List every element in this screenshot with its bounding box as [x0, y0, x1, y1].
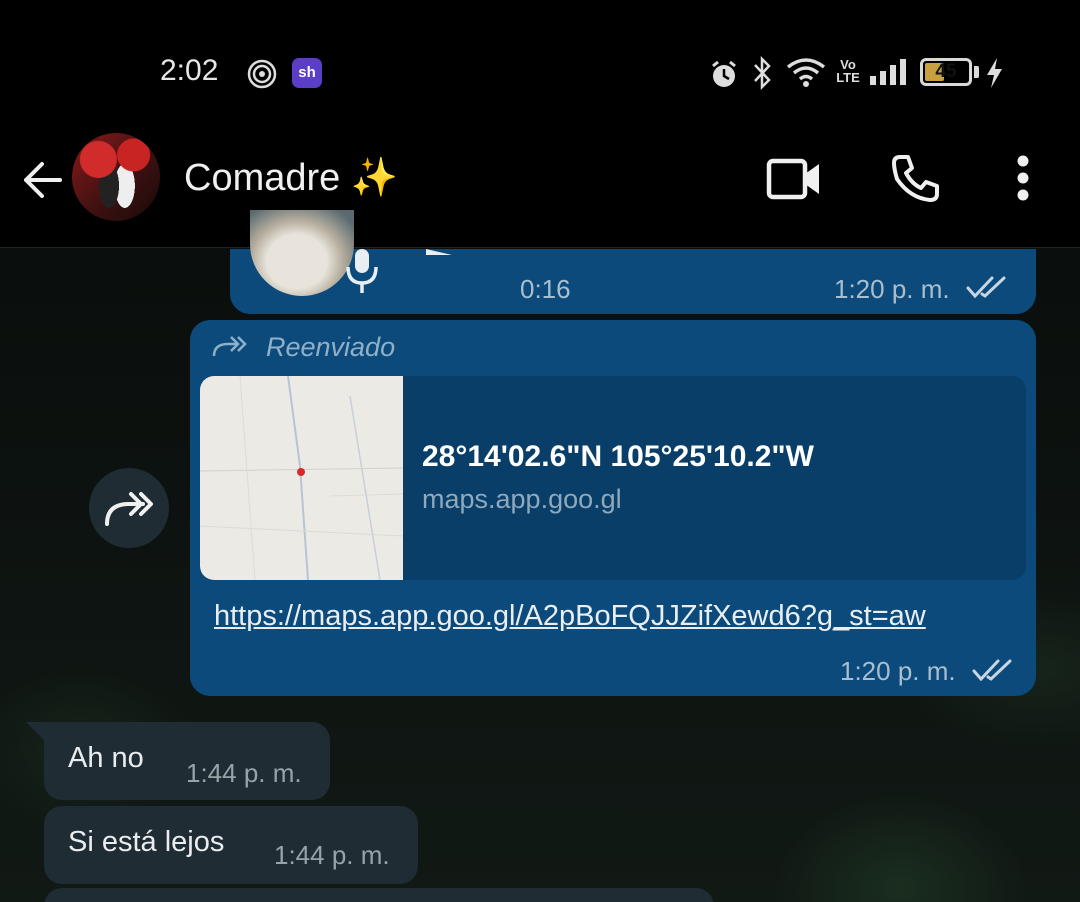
voice-note-bubble[interactable]: 0:16 1:20 p. m. — [230, 210, 1036, 314]
forwarded-icon — [212, 336, 247, 357]
contact-avatar[interactable] — [72, 133, 160, 221]
voice-duration: 0:16 — [520, 274, 571, 304]
read-ticks-icon — [966, 276, 1006, 299]
play-icon[interactable] — [426, 249, 452, 255]
forward-icon — [105, 492, 153, 526]
volte-label-bottom: LTE — [836, 70, 860, 85]
microphone-icon — [346, 249, 378, 293]
wifi-icon — [786, 58, 826, 87]
link-domain: maps.app.goo.gl — [422, 484, 622, 514]
chat-header: Comadre ✨ — [0, 130, 1080, 248]
back-arrow-icon[interactable] — [20, 158, 64, 202]
message-text: Si está lejos — [68, 826, 225, 858]
app-badge-icon: sh — [292, 58, 322, 88]
battery-level: 45 — [935, 61, 957, 82]
incoming-message-bubble[interactable]: Si está lejos 1:44 p. m. — [44, 806, 418, 884]
forward-button[interactable] — [89, 468, 169, 548]
bluetooth-icon — [754, 56, 771, 90]
message-text: Ah no — [68, 742, 144, 774]
forwarded-label: Reenviado — [266, 332, 396, 362]
charging-icon — [987, 58, 1002, 88]
incoming-message-bubble[interactable]: Ah no 1:44 p. m. — [44, 722, 330, 800]
maps-link[interactable]: https://maps.app.goo.gl/A2pBoFQJJZifXewd… — [214, 600, 926, 633]
voice-call-icon[interactable] — [890, 152, 942, 204]
more-options-icon[interactable] — [1012, 154, 1034, 204]
signal-icon — [870, 59, 906, 85]
voice-sender-avatar — [250, 210, 354, 296]
read-ticks-icon — [972, 659, 1012, 682]
bubble-tail — [26, 722, 46, 742]
status-time: 2:02 — [160, 54, 219, 87]
message-time: 1:20 p. m. — [834, 274, 950, 304]
app-badge-label: sh — [298, 64, 316, 81]
hotspot-icon — [247, 59, 277, 89]
location-link-card[interactable]: 28°14'02.6"N 105°25'10.2"W maps.app.goo.… — [200, 376, 1026, 580]
forwarded-message-bubble[interactable]: Reenviado 28°14'02.6"N 105°25'10.2"W map… — [190, 320, 1036, 696]
video-call-icon[interactable] — [766, 156, 822, 202]
message-time: 1:44 p. m. — [186, 758, 302, 788]
map-pin-icon — [297, 468, 305, 476]
battery-tip — [974, 66, 979, 78]
map-thumbnail — [200, 376, 403, 580]
contact-name[interactable]: Comadre ✨ — [184, 156, 398, 200]
alarm-icon — [712, 60, 736, 87]
battery-icon: 45 — [920, 58, 972, 86]
volte-icon: Vo LTE — [836, 58, 860, 84]
incoming-message-bubble-partial[interactable] — [44, 888, 714, 902]
map-roads — [200, 376, 403, 580]
location-coordinates: 28°14'02.6"N 105°25'10.2"W — [422, 440, 814, 473]
message-time: 1:20 p. m. — [840, 656, 956, 686]
status-bar: 2:02 sh Vo LTE 45 — [0, 0, 1080, 130]
message-time: 1:44 p. m. — [274, 840, 390, 870]
